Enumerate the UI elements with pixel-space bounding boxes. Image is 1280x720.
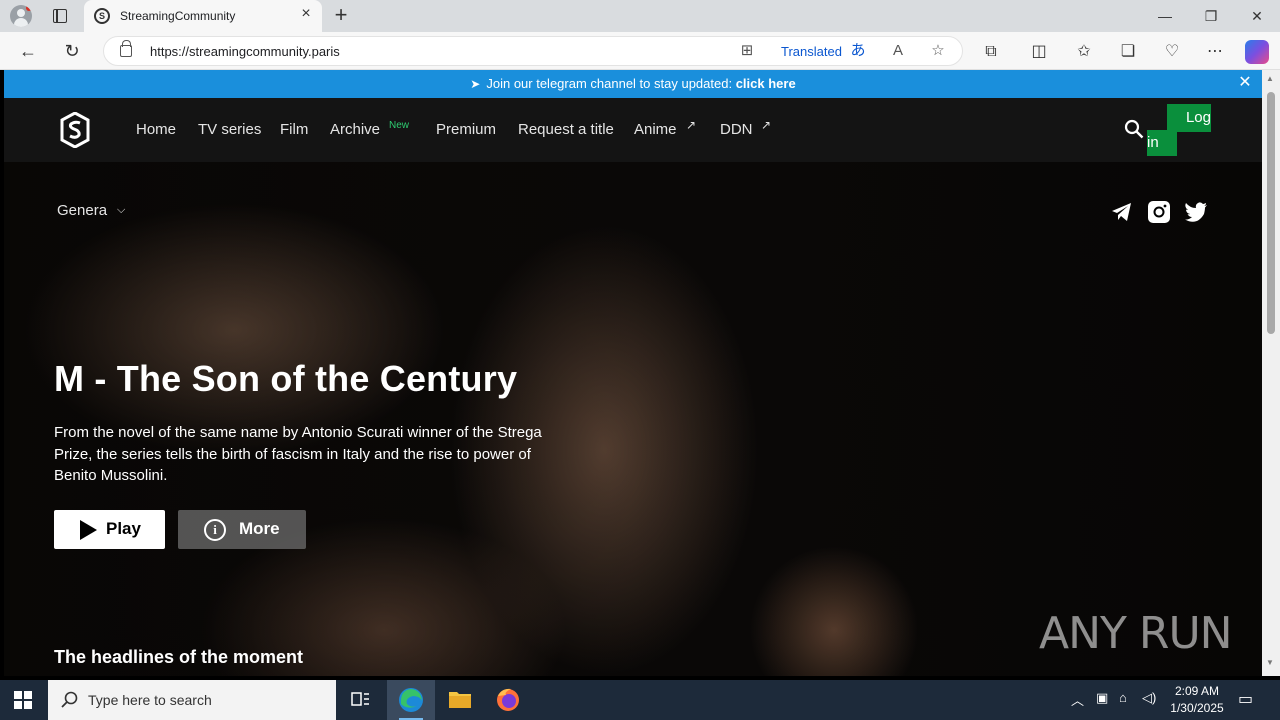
new-badge: New <box>389 120 410 131</box>
scroll-down-icon[interactable]: ▼ <box>1266 658 1274 667</box>
system-clock[interactable]: 2:09 AM 1/30/2025 <box>1166 683 1228 717</box>
site-navbar: Home TV series Film Archive New Premium … <box>4 98 1262 162</box>
scroll-thumb[interactable] <box>1267 92 1275 334</box>
close-window-button[interactable]: ✕ <box>1242 6 1272 26</box>
telegram-banner: ➤ Join our telegram channel to stay updat… <box>4 70 1262 98</box>
translated-indicator[interactable]: Translated <box>781 44 842 59</box>
play-button[interactable]: Play <box>54 510 165 549</box>
notification-center-icon[interactable]: ▭ <box>1238 689 1253 709</box>
info-icon: i <box>204 519 226 541</box>
nav-archive[interactable]: Archive <box>330 121 380 138</box>
settings-more-icon[interactable]: ⋯ <box>1203 40 1227 64</box>
translate-icon[interactable]: あ <box>848 41 868 61</box>
minimize-button[interactable]: — <box>1150 6 1180 26</box>
external-link-icon: ↗ <box>686 118 697 132</box>
login-button-wrap[interactable]: in <box>1147 130 1177 156</box>
telegram-icon[interactable] <box>1110 200 1134 224</box>
search-icon <box>61 691 78 708</box>
browser-titlebar: S StreamingCommunity × + — ❐ ✕ <box>0 0 1280 32</box>
nav-film[interactable]: Film <box>280 121 308 138</box>
hero-description: From the novel of the same name by Anton… <box>54 424 542 484</box>
back-icon[interactable]: ← <box>17 40 39 62</box>
twitter-icon[interactable] <box>1184 200 1208 224</box>
favorite-star-icon[interactable]: ☆ <box>928 41 948 61</box>
tab-close-icon[interactable]: × <box>298 6 314 22</box>
lock-icon[interactable] <box>120 40 132 57</box>
nav-request-title[interactable]: Request a title <box>518 121 614 138</box>
nav-premium[interactable]: Premium <box>436 121 496 138</box>
task-view-icon[interactable] <box>336 680 384 720</box>
meet-now-icon[interactable]: ▣ <box>1096 690 1108 706</box>
external-link-icon: ↗ <box>761 118 772 132</box>
volume-icon[interactable]: ◁) <box>1142 690 1156 706</box>
split-screen-icon[interactable]: ◫ <box>1027 40 1051 64</box>
refresh-icon[interactable]: ↻ <box>61 40 83 62</box>
banner-link[interactable]: click here <box>736 76 796 91</box>
browser-essentials-icon[interactable]: ♡ <box>1160 40 1184 64</box>
section-title: The headlines of the moment <box>54 647 304 667</box>
show-hidden-icons[interactable]: ︿ <box>1071 690 1084 709</box>
page-scrollbar[interactable]: ▲ ▼ <box>1262 70 1280 676</box>
search-placeholder: Type here to search <box>88 692 212 708</box>
profile-avatar-icon[interactable] <box>10 5 32 27</box>
nav-ddn[interactable]: DDN <box>720 121 753 138</box>
windows-start-icon[interactable] <box>14 691 32 709</box>
collections-icon[interactable]: ❏ <box>1116 40 1140 64</box>
more-info-button[interactable]: i More <box>178 510 306 549</box>
restore-button[interactable]: ❐ <box>1196 6 1226 26</box>
browser-tab[interactable]: S StreamingCommunity × <box>84 0 322 32</box>
read-aloud-icon[interactable]: A <box>888 41 908 61</box>
site-logo-icon[interactable] <box>60 112 90 148</box>
taskbar-search[interactable]: Type here to search <box>48 680 336 720</box>
firefox-icon[interactable] <box>484 680 532 720</box>
search-icon[interactable] <box>1124 119 1144 139</box>
windows-taskbar: Type here to search ︿ ▣ ⌂ ◁) 2:09 AM 1/3… <box>0 680 1280 720</box>
network-icon[interactable]: ⌂ <box>1119 690 1127 705</box>
new-tab-button[interactable]: + <box>330 4 352 26</box>
site-favicon-icon: S <box>94 8 110 24</box>
address-bar[interactable]: https://streamingcommunity.paris ⊞ Trans… <box>103 36 963 66</box>
tab-actions-icon[interactable] <box>53 9 67 23</box>
telegram-icon: ➤ <box>470 77 481 91</box>
scroll-up-icon[interactable]: ▲ <box>1266 74 1274 83</box>
app-available-icon[interactable]: ⊞ <box>737 41 757 61</box>
extensions-icon[interactable]: ⧉ <box>979 40 1003 64</box>
nav-tv-series[interactable]: TV series <box>198 121 261 138</box>
play-label: Play <box>106 519 141 538</box>
favorites-icon[interactable]: ✩ <box>1072 40 1096 64</box>
banner-text: Join our telegram channel to stay update… <box>486 76 733 91</box>
hero-title: M - The Son of the Century <box>54 358 518 399</box>
clock-date: 1/30/2025 <box>1170 701 1224 715</box>
chevron-down-icon[interactable]: ⌵ <box>117 204 125 217</box>
play-icon <box>80 520 97 540</box>
tab-title: StreamingCommunity <box>120 9 236 23</box>
login-button[interactable]: Log <box>1167 104 1211 132</box>
nav-anime[interactable]: Anime <box>634 121 677 138</box>
web-page: ➤ Join our telegram channel to stay updat… <box>4 70 1262 676</box>
edge-app-icon[interactable] <box>387 680 435 720</box>
instagram-icon[interactable] <box>1147 200 1171 224</box>
anyrun-watermark: ANY RUN <box>1039 608 1233 659</box>
clock-time: 2:09 AM <box>1174 684 1220 698</box>
nav-home[interactable]: Home <box>136 121 176 138</box>
copilot-icon[interactable] <box>1245 40 1269 64</box>
genera-dropdown[interactable]: Genera <box>57 202 107 219</box>
more-label: More <box>239 519 280 538</box>
banner-close-icon[interactable]: ✕ <box>1236 74 1254 92</box>
file-explorer-icon[interactable] <box>436 680 484 720</box>
url-text[interactable]: https://streamingcommunity.paris <box>150 44 340 59</box>
